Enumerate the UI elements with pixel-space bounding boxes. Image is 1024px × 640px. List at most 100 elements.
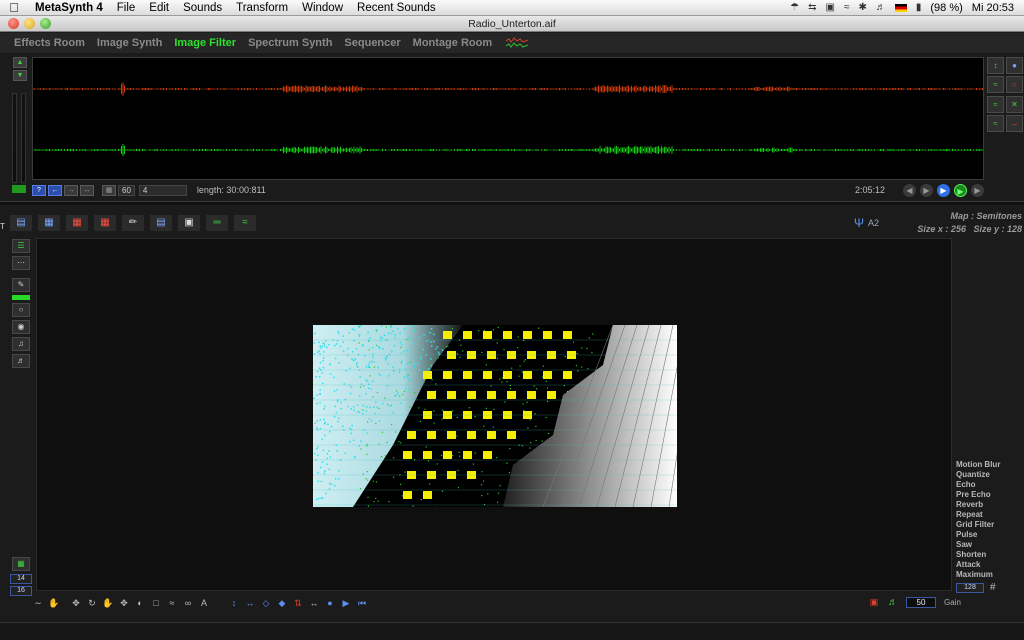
- gain-field[interactable]: 50: [906, 596, 936, 608]
- hash-grid-icon[interactable]: #: [990, 582, 996, 593]
- forward-icon[interactable]: ▶: [971, 183, 984, 197]
- grid-red-alt-icon[interactable]: ▦: [94, 215, 116, 231]
- tab-image-synth[interactable]: Image Synth: [91, 37, 168, 49]
- menu-app[interactable]: MetaSynth 4: [28, 0, 110, 16]
- hand-tool-icon[interactable]: ✋: [48, 597, 60, 609]
- close-button[interactable]: [8, 18, 19, 29]
- lines-tool-icon[interactable]: ☰: [12, 239, 30, 253]
- brush-icon[interactable]: ✏: [122, 215, 144, 231]
- grid-button[interactable]: ▦: [102, 184, 116, 196]
- waveform-canvas[interactable]: [33, 58, 983, 179]
- filter-item[interactable]: Grid Filter: [956, 520, 1022, 530]
- vertical-arrows-icon[interactable]: ↕: [228, 597, 240, 609]
- clock[interactable]: Mi 20:53: [972, 2, 1014, 14]
- fit-view-icon[interactable]: ↕: [987, 57, 1004, 74]
- zoom-in-button[interactable]: →: [64, 184, 78, 196]
- loop-play-icon[interactable]: ▶: [954, 183, 967, 197]
- zoom-field[interactable]: 60: [118, 184, 135, 196]
- menu-window[interactable]: Window: [295, 0, 350, 16]
- screen-icon[interactable]: ▣: [826, 2, 835, 13]
- pen-color-swatch[interactable]: [12, 295, 30, 300]
- size-x-selector[interactable]: Size x : 256: [917, 224, 966, 234]
- filter-item[interactable]: Attack: [956, 560, 1022, 570]
- water-drop-icon[interactable]: ●: [324, 597, 336, 609]
- grid-red-icon[interactable]: ▦: [66, 215, 88, 231]
- filter-item[interactable]: Maximum: [956, 570, 1022, 580]
- filter-item[interactable]: Echo: [956, 480, 1022, 490]
- open-icon[interactable]: ▦: [38, 215, 60, 231]
- menu-file[interactable]: File: [110, 0, 143, 16]
- save-icon[interactable]: ▤: [10, 215, 32, 231]
- play-selection-icon[interactable]: ▶: [937, 183, 950, 197]
- wave-edit-icon[interactable]: ≈: [987, 95, 1004, 113]
- play-step-icon[interactable]: ▶: [340, 597, 352, 609]
- tab-image-filter[interactable]: Image Filter: [168, 37, 242, 49]
- grid-bottom-field[interactable]: 16: [10, 586, 32, 596]
- scale-tool-icon[interactable]: ✥: [118, 597, 130, 609]
- step-field[interactable]: 4: [138, 184, 187, 196]
- tuning-fork-icon[interactable]: Ψ: [854, 216, 864, 230]
- menu-sounds[interactable]: Sounds: [176, 0, 229, 16]
- battery-icon[interactable]: ▮: [916, 2, 922, 13]
- filter-item[interactable]: Saw: [956, 540, 1022, 550]
- menu-recent-sounds[interactable]: Recent Sounds: [350, 0, 443, 16]
- horizontal-arrows-icon[interactable]: ↔: [244, 597, 256, 609]
- text-tool-icon[interactable]: A: [198, 597, 210, 609]
- curve-tool-icon[interactable]: ∼: [32, 597, 44, 609]
- pen-tool-icon[interactable]: ✎: [12, 278, 30, 292]
- tuning-control[interactable]: Ψ A2: [854, 216, 879, 230]
- equalizer-icon[interactable]: ≈: [234, 215, 256, 231]
- zoom-button[interactable]: [40, 18, 51, 29]
- filter-item[interactable]: Shorten: [956, 550, 1022, 560]
- filter-item[interactable]: Pre Echo: [956, 490, 1022, 500]
- filter-item[interactable]: Motion Blur: [956, 460, 1022, 470]
- expand-icon[interactable]: ◇: [260, 597, 272, 609]
- help-button[interactable]: ?: [32, 184, 46, 196]
- filter-item[interactable]: Pulse: [956, 530, 1022, 540]
- shield-icon[interactable]: ☂: [790, 2, 799, 13]
- dashes-tool-icon[interactable]: ⋯: [12, 256, 30, 270]
- meter-down-button[interactable]: ▼: [13, 70, 27, 81]
- layers-icon[interactable]: ▣: [178, 215, 200, 231]
- palette-icon[interactable]: ▤: [150, 215, 172, 231]
- notes-tool-icon[interactable]: ♬: [12, 354, 30, 368]
- move-tool-icon[interactable]: ✥: [70, 597, 82, 609]
- filter-count-field[interactable]: 128: [956, 582, 984, 593]
- tab-spectrum-synth[interactable]: Spectrum Synth: [242, 37, 338, 49]
- filter-item[interactable]: Quantize: [956, 470, 1022, 480]
- size-y-selector[interactable]: Size y : 128: [973, 224, 1022, 234]
- rotate-tool-icon[interactable]: ↻: [86, 597, 98, 609]
- filter-item[interactable]: Repeat: [956, 510, 1022, 520]
- grid-top-field[interactable]: 14: [10, 574, 32, 584]
- spray-tool-icon[interactable]: ○: [12, 303, 30, 317]
- wave-tool-icon[interactable]: ≈: [987, 114, 1004, 132]
- speaker-icon[interactable]: ♬: [888, 597, 898, 608]
- map-selector[interactable]: Map : Semitones: [892, 210, 1022, 223]
- stamp-tool-icon[interactable]: ◉: [12, 320, 30, 334]
- minimize-button[interactable]: [24, 18, 35, 29]
- filter-canvas[interactable]: [36, 238, 952, 591]
- waveform-room-icon[interactable]: [506, 37, 529, 49]
- tab-sequencer[interactable]: Sequencer: [338, 37, 406, 49]
- rewind-icon[interactable]: ◀: [903, 183, 916, 197]
- meter-up-button[interactable]: ▲: [13, 57, 27, 68]
- arrows-icon[interactable]: ↔: [1006, 114, 1023, 132]
- wave-tool-icon[interactable]: ≈: [166, 597, 178, 609]
- volume-icon[interactable]: ♬: [876, 2, 886, 13]
- filter-item[interactable]: Reverb: [956, 500, 1022, 510]
- crop-tool-icon[interactable]: □: [150, 597, 162, 609]
- wave-select-icon[interactable]: ≈: [987, 76, 1004, 94]
- filter-image[interactable]: [313, 325, 677, 507]
- flip-icon[interactable]: ⇅: [292, 597, 304, 609]
- grab-tool-icon[interactable]: ✋: [102, 597, 114, 609]
- wifi-icon[interactable]: ≈: [844, 2, 850, 13]
- note-tool-icon[interactable]: ♫: [12, 337, 30, 351]
- play-icon[interactable]: ▶: [920, 183, 933, 197]
- drop-icon[interactable]: ●: [1006, 57, 1023, 74]
- envelope-icon[interactable]: ∩: [1006, 76, 1023, 94]
- apple-menu-icon[interactable]: : [0, 0, 28, 16]
- waveform-display[interactable]: [32, 57, 984, 180]
- nudge-icon[interactable]: ↔: [308, 597, 320, 609]
- loop-tool-icon[interactable]: ∞: [182, 597, 194, 609]
- mirror-tool-icon[interactable]: ◐: [134, 597, 146, 609]
